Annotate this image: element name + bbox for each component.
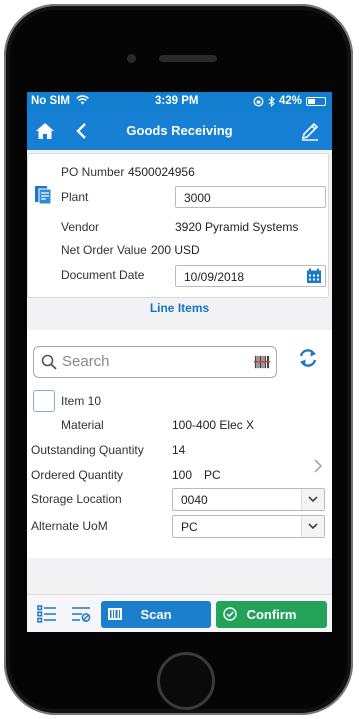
document-date-value: 10/09/2018	[184, 270, 245, 284]
po-header-card: PO Number 4500024956 Plant 3000 Vendor 3…	[27, 153, 329, 298]
line-items-panel: Search Item 10 Material 100-400 Elec X O…	[27, 330, 332, 558]
earpiece-speaker	[159, 55, 217, 62]
alternate-uom-label: Alternate UoM	[31, 519, 108, 533]
app-screen: No SIM 3:39 PM 42% Goods Receiving PO Nu…	[27, 92, 332, 632]
home-button[interactable]	[157, 652, 215, 710]
barcode-icon[interactable]	[254, 355, 270, 369]
nav-bar: Goods Receiving	[27, 112, 332, 150]
wifi-icon	[76, 95, 90, 105]
storage-location-value: 0040	[181, 493, 208, 507]
battery-percent: 42%	[278, 95, 302, 107]
status-bar: No SIM 3:39 PM 42%	[27, 92, 332, 112]
outstanding-quantity-label: Outstanding Quantity	[31, 443, 144, 457]
clock: 3:39 PM	[155, 95, 199, 107]
item-checkbox[interactable]	[33, 390, 55, 412]
outstanding-quantity-value: 14	[172, 443, 186, 457]
chevron-down-icon	[308, 496, 318, 503]
alternate-uom-select[interactable]: PC	[172, 515, 325, 538]
calendar-icon[interactable]	[306, 268, 322, 284]
storage-location-select[interactable]: 0040	[172, 488, 325, 511]
vendor-value: 3920 Pyramid Systems	[175, 220, 299, 234]
list-icon[interactable]	[37, 605, 57, 623]
search-placeholder: Search	[62, 353, 110, 370]
page-title: Goods Receiving	[126, 123, 233, 138]
material-value: 100-400 Elec X	[172, 418, 255, 432]
bluetooth-icon	[268, 95, 275, 107]
system-status: 42%	[253, 95, 326, 107]
vendor-label: Vendor	[61, 220, 100, 234]
plant-input[interactable]: 3000	[175, 186, 326, 208]
alternate-uom-value: PC	[181, 520, 198, 534]
po-number-label: PO Number	[61, 165, 125, 179]
battery-level	[308, 98, 315, 104]
plant-input-value: 3000	[184, 191, 211, 205]
line-items-header[interactable]: Line Items	[27, 298, 332, 330]
confirm-button-label: Confirm	[246, 607, 297, 622]
material-label: Material	[61, 418, 104, 432]
chevron-right-icon[interactable]	[313, 458, 323, 474]
net-order-value: 200 USD	[151, 243, 200, 257]
storage-location-label: Storage Location	[31, 492, 122, 506]
front-camera	[127, 54, 136, 63]
battery-icon	[306, 96, 326, 106]
po-number-value: 4500024956	[128, 165, 195, 179]
edit-icon[interactable]	[300, 121, 320, 141]
confirm-button[interactable]: Confirm	[216, 601, 327, 628]
scan-button-label: Scan	[140, 607, 172, 622]
item-title-label: Item 10	[61, 394, 101, 408]
list-settings-icon[interactable]	[71, 605, 91, 623]
alternate-uom-dropdown[interactable]	[301, 516, 324, 537]
carrier-status: No SIM	[31, 95, 90, 107]
document-date-label: Document Date	[61, 268, 145, 282]
ordered-quantity-value: 100	[172, 468, 193, 482]
item-title: Item 10	[61, 394, 102, 408]
document-icon	[35, 186, 52, 205]
net-order-value-label: Net Order Value	[61, 243, 147, 257]
plant-label: Plant	[61, 190, 89, 204]
rotation-lock-icon	[253, 96, 264, 106]
chevron-down-icon	[308, 523, 318, 530]
ordered-quantity-label: Ordered Quantity	[31, 468, 124, 482]
document-date-input[interactable]: 10/09/2018	[175, 265, 326, 287]
bottom-toolbar: Scan Confirm	[27, 594, 332, 632]
carrier-label: No SIM	[31, 95, 70, 107]
refresh-icon[interactable]	[297, 347, 319, 369]
scan-button[interactable]: Scan	[101, 601, 211, 628]
search-icon	[41, 354, 57, 370]
storage-location-dropdown[interactable]	[301, 489, 324, 510]
search-input[interactable]: Search	[33, 346, 277, 378]
ordered-quantity-unit: PC	[204, 468, 221, 482]
